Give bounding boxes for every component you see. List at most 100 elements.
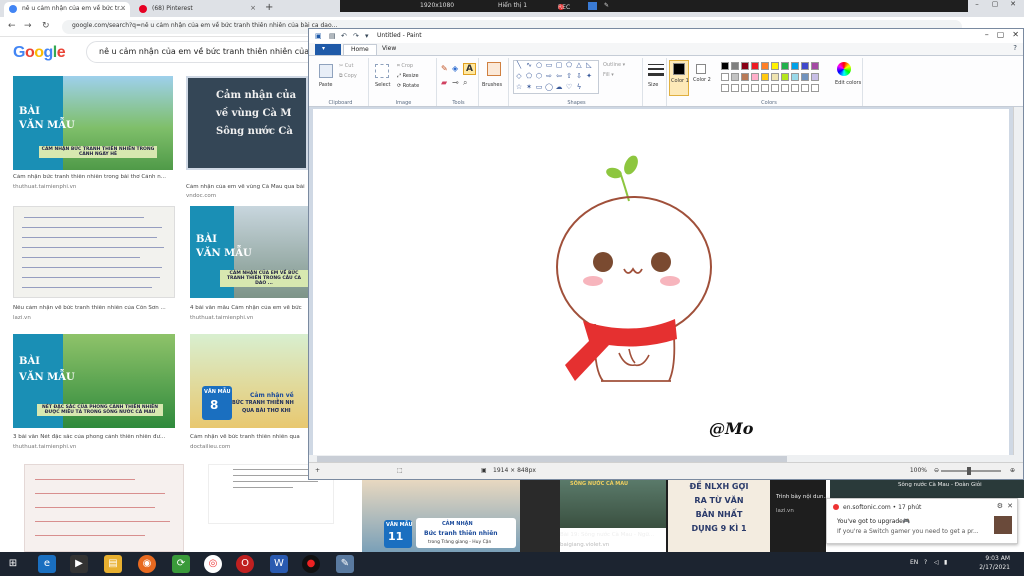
zoom-slider-knob[interactable] (967, 467, 971, 475)
app-icon[interactable]: ⟳ (172, 555, 190, 573)
pen-icon[interactable]: ✎ (604, 2, 609, 9)
result-source[interactable]: vndoc.com (186, 193, 216, 199)
minimize-icon[interactable]: – (968, 0, 986, 12)
palette-swatch[interactable] (761, 84, 769, 92)
file-explorer-icon[interactable]: ▤ (104, 555, 122, 573)
palette-swatch[interactable] (761, 73, 769, 81)
select-icon[interactable] (375, 64, 389, 78)
save-icon[interactable]: ▤ (329, 32, 336, 40)
result-thumbnail[interactable]: BÀI VĂN MẪU CẢM NHẬN BỨC TRANH THIÊN NHI… (13, 76, 173, 170)
close-tab-icon[interactable]: × (120, 4, 126, 12)
heart-shape-icon[interactable]: ♡ (565, 84, 573, 91)
color-picker-icon[interactable]: ⊸ (452, 78, 459, 87)
result-caption[interactable]: Cảm nhận của em về vùng Cà Mau qua bài (186, 184, 308, 190)
palette-swatch[interactable] (721, 84, 729, 92)
new-tab-icon[interactable]: + (265, 2, 273, 13)
fill-dropdown[interactable]: Fill ▾ (603, 72, 614, 78)
clock-time[interactable]: 9:03 AM (985, 555, 1010, 562)
callout-rect-shape-icon[interactable]: ▭ (535, 84, 543, 91)
result-thumbnail[interactable]: ĐỀ NLXH GỢI RA TỪ VĂN BẢN NHẤT DỤNG 9 KÌ… (668, 480, 770, 552)
palette-swatch[interactable] (741, 84, 749, 92)
outline-dropdown[interactable]: Outline ▾ (603, 62, 625, 68)
polygon-shape-icon[interactable]: ⬠ (565, 62, 573, 69)
shapes-gallery[interactable]: ╲ ∿ ○ ▭ ▢ ⬠ △ ◺ ◇ ⬠ ⬡ ⇨ ⇦ ⇧ ⇩ ✦ ☆ ✶ ▭ ◯ (513, 60, 599, 94)
tab-view[interactable]: View (375, 44, 403, 55)
result-caption[interactable]: 4 bài văn mẫu Cảm nhận của em về bức (190, 305, 308, 311)
cut-button[interactable]: ✂ Cut (339, 63, 353, 69)
google-logo[interactable]: Google (13, 44, 66, 62)
result-caption[interactable]: Cảm nhận bức tranh thiên nhiên trong bài… (13, 174, 173, 180)
browser-tab-pinterest[interactable]: (68) Pinterest × (134, 2, 260, 17)
maximize-icon[interactable]: ▢ (997, 30, 1005, 39)
palette-swatch[interactable] (801, 84, 809, 92)
network-icon[interactable]: ▮ (944, 559, 947, 566)
color1-selector[interactable]: Color 1 (669, 60, 689, 96)
palette-swatch[interactable] (811, 62, 819, 70)
maximize-icon[interactable]: ▢ (986, 0, 1004, 12)
palette-swatch[interactable] (771, 62, 779, 70)
forward-icon[interactable]: → (24, 21, 32, 31)
result-source[interactable]: lazi.vn (13, 315, 31, 321)
firefox-icon[interactable]: ◉ (138, 555, 156, 573)
zoom-in-icon[interactable]: ⊕ (1010, 467, 1015, 474)
browser-tab-search[interactable]: nê u cảm nhận của em về bức tr... × (4, 2, 130, 17)
zoom-slider[interactable] (941, 467, 1001, 475)
reload-icon[interactable]: ↻ (42, 21, 50, 31)
lightning-shape-icon[interactable]: ϟ (575, 84, 583, 91)
result-card[interactable] (24, 464, 184, 552)
rounded-rect-shape-icon[interactable]: ▢ (555, 62, 563, 69)
edit-colors-button[interactable]: Edit colors (835, 80, 863, 86)
palette-swatch[interactable] (801, 73, 809, 81)
fill-bucket-icon[interactable]: ◈ (452, 64, 458, 73)
result-thumbnail[interactable]: SÔNG NƯỚC CÀ MAU (560, 480, 666, 528)
pencil-icon[interactable]: ✎ (441, 64, 448, 73)
pentagon-shape-icon[interactable]: ⬠ (525, 73, 533, 80)
result-card[interactable]: BÀI VĂN MẪU NÉT ĐẶC SẮC CỦA PHONG CẢNH T… (13, 334, 175, 454)
result-thumbnail[interactable]: BÀI VĂN MẪU CẢM NHẬN CỦA EM VỀ BỨC TRANH… (190, 206, 308, 298)
help-icon[interactable]: ? (1013, 44, 1017, 52)
result-thumbnail[interactable] (24, 464, 184, 552)
result-source[interactable]: thuthuat.taimienphi.vn (13, 184, 76, 190)
notification-toast[interactable]: en.softonic.com • 17 phút ⚙ ✕ You've got… (826, 498, 1018, 544)
curve-shape-icon[interactable]: ∿ (525, 62, 533, 69)
hexagon-shape-icon[interactable]: ⬡ (535, 73, 543, 80)
palette-swatch[interactable] (721, 73, 729, 81)
opera-icon[interactable]: O (236, 555, 254, 573)
drawing-canvas[interactable]: @Mo (313, 109, 1009, 457)
back-icon[interactable]: ← (8, 21, 16, 31)
result-card[interactable]: ĐỀ NLXH GỢI RA TỪ VĂN BẢN NHẤT DỤNG 9 KÌ… (668, 480, 770, 552)
brushes-button[interactable]: Brushes (482, 82, 502, 88)
undo-icon[interactable]: ↶ (341, 32, 347, 40)
close-icon[interactable]: ✕ (1007, 502, 1013, 510)
select-button[interactable]: Select (375, 82, 390, 88)
help-icon[interactable]: ? (924, 559, 927, 566)
result-card[interactable]: Nêu cảm nhận về bức tranh thiên nhiên củ… (13, 206, 175, 326)
palette-swatch[interactable] (731, 73, 739, 81)
palette-swatch[interactable] (751, 73, 759, 81)
close-tab-icon[interactable]: × (250, 4, 256, 12)
gear-icon[interactable]: ⚙ (997, 502, 1003, 510)
resize-button[interactable]: ⤢ Resize (397, 73, 419, 79)
magnifier-icon[interactable]: ⌕ (463, 78, 467, 88)
paint-app-taskbar-icon[interactable]: ✎ (336, 555, 354, 573)
result-card[interactable]: Trình bày nội dun... lazi.vn (776, 480, 829, 552)
palette-swatch[interactable] (731, 84, 739, 92)
left-arrow-shape-icon[interactable]: ⇦ (555, 73, 563, 80)
palette-swatch[interactable] (771, 84, 779, 92)
crop-button[interactable]: ⌗ Crop (397, 63, 413, 69)
callout-cloud-shape-icon[interactable]: ☁ (555, 84, 563, 91)
palette-swatch[interactable] (751, 62, 759, 70)
result-thumbnail[interactable]: VĂN MẪU 8 Cảm nhận về BỨC TRANH THIÊN NH… (190, 334, 308, 428)
result-caption[interactable]: 3 bài văn Nét đặc sắc của phong cảnh thi… (13, 434, 175, 440)
close-window-icon[interactable]: ✕ (1012, 30, 1019, 39)
result-caption[interactable]: Nêu cảm nhận về bức tranh thiên nhiên củ… (13, 305, 175, 311)
quick-access-dropdown-icon[interactable]: ▾ (365, 32, 369, 40)
edit-colors-icon[interactable] (837, 62, 851, 76)
palette-swatch[interactable] (741, 73, 749, 81)
copy-button[interactable]: ⧉ Copy (339, 73, 357, 79)
star6-shape-icon[interactable]: ✶ (525, 84, 533, 91)
line-shape-icon[interactable]: ╲ (515, 62, 523, 69)
result-source[interactable]: thuthuat.taimienphi.vn (190, 315, 253, 321)
search-input[interactable]: nê u cảm nhận của em về bức tranh thiên … (86, 41, 346, 63)
palette-swatch[interactable] (791, 84, 799, 92)
